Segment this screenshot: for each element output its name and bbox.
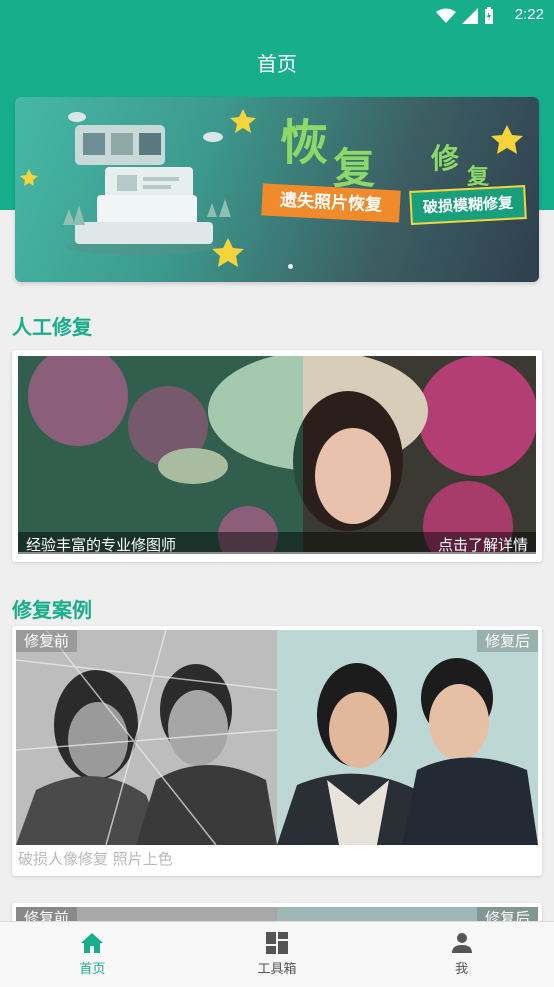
before-image: 修复前 bbox=[16, 630, 277, 845]
nav-me[interactable]: 我 bbox=[369, 922, 554, 987]
banner-headline-1: 恢 bbox=[280, 115, 329, 171]
case-description: 破损人像修复 照片上色 bbox=[18, 850, 173, 868]
section-title-manual: 人工修复 bbox=[12, 315, 92, 339]
carousel-indicator bbox=[288, 264, 293, 269]
page-title: 首页 bbox=[257, 52, 297, 76]
wifi-icon bbox=[436, 8, 456, 23]
nav-home[interactable]: 首页 bbox=[0, 922, 185, 987]
banner-headline-3: 修 bbox=[431, 142, 460, 175]
after-label: 修复后 bbox=[476, 630, 538, 652]
after-image: 修复后 bbox=[277, 630, 538, 845]
clock: 2:22 bbox=[514, 6, 544, 23]
status-bar: 2:22 bbox=[0, 0, 554, 32]
signal-icon bbox=[462, 8, 478, 24]
portrait-image bbox=[18, 356, 536, 552]
learn-more-link[interactable]: 点击了解详情 bbox=[438, 534, 528, 555]
manual-caption-bar: 经验丰富的专业修图师 点击了解详情 bbox=[18, 532, 536, 554]
battery-icon bbox=[485, 7, 493, 24]
manual-repair-image bbox=[18, 356, 536, 552]
promo-banner[interactable]: 恢 复 修 复 遗失照片恢复 破损模糊修复 bbox=[15, 97, 539, 282]
banner-tag-right: 破损模糊修复 bbox=[409, 184, 527, 226]
dashboard-icon bbox=[266, 932, 288, 954]
after-photo bbox=[277, 630, 538, 845]
before-photo bbox=[16, 630, 277, 845]
before-label: 修复前 bbox=[16, 630, 78, 652]
nav-tools[interactable]: 工具箱 bbox=[185, 922, 370, 987]
nav-me-label: 我 bbox=[455, 962, 469, 977]
section-title-cases: 修复案例 bbox=[12, 598, 92, 622]
nav-home-label: 首页 bbox=[79, 962, 106, 977]
manual-caption-left: 经验丰富的专业修图师 bbox=[26, 536, 177, 554]
nav-tools-label: 工具箱 bbox=[257, 962, 297, 977]
bottom-navigation: 首页 工具箱 我 bbox=[0, 921, 554, 987]
manual-repair-card[interactable]: 经验丰富的专业修图师 点击了解详情 bbox=[12, 350, 542, 562]
case-card[interactable]: 修复前 修复后 破损人像修复 照片上色 bbox=[12, 626, 542, 876]
home-icon bbox=[81, 933, 104, 953]
person-icon bbox=[451, 933, 472, 953]
